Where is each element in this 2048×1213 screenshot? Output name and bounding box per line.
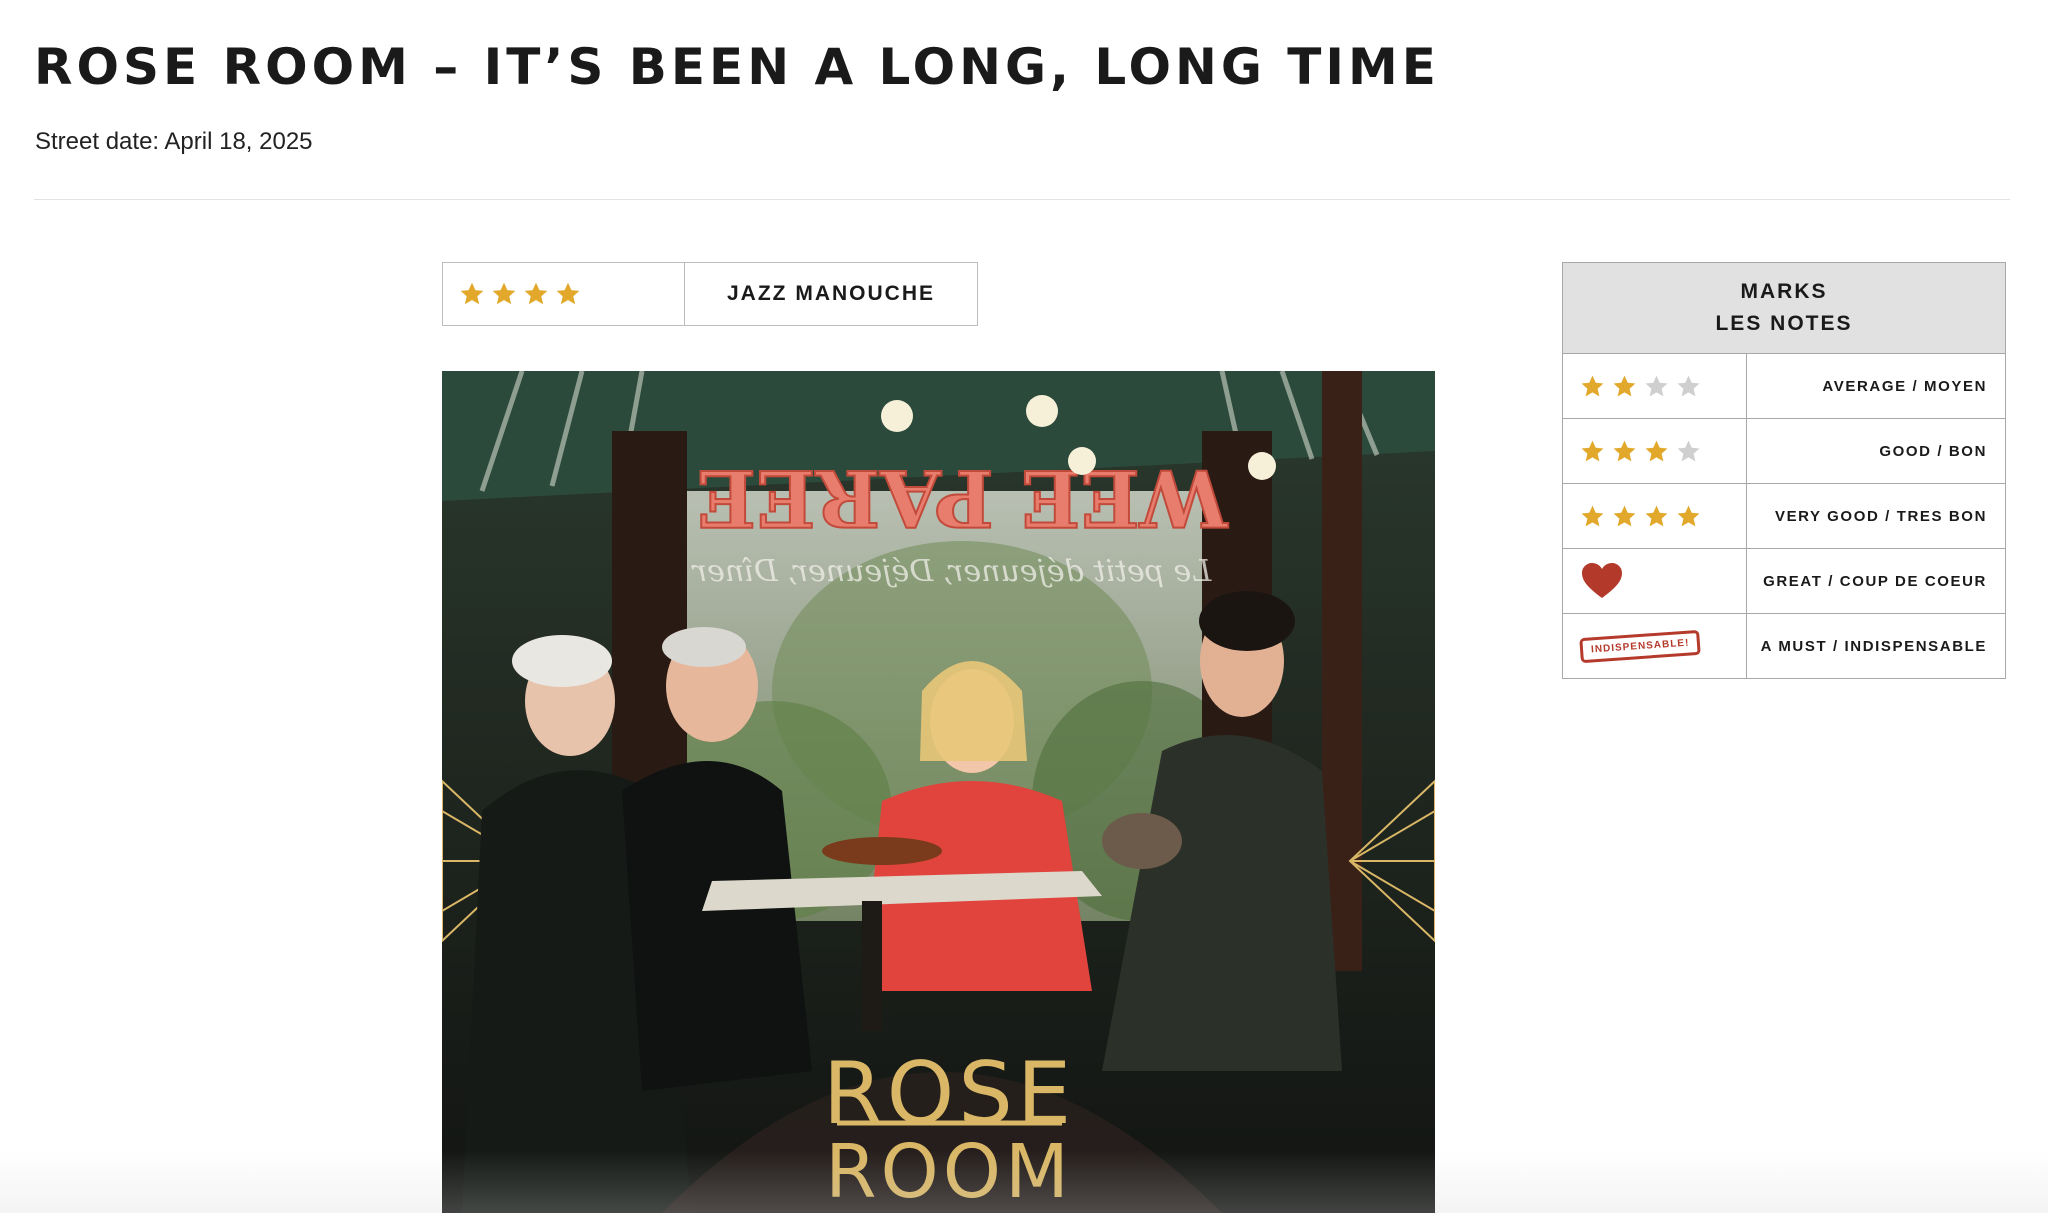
legend-row-very-good: VERY GOOD / TRES BON — [1563, 484, 2005, 549]
star-empty-icon — [1645, 375, 1668, 396]
legend-row-great: GREAT / COUP DE COEUR — [1563, 549, 2005, 614]
legend-stars — [1563, 484, 1747, 548]
star-filled-icon — [1581, 440, 1604, 461]
stamp-icon: INDISPENSABLE! — [1579, 629, 1702, 663]
star-filled-icon — [1581, 505, 1604, 526]
legend-header: MARKS LES NOTES — [1563, 263, 2005, 354]
rating-genre-box: JAZZ MANOUCHE — [442, 262, 978, 326]
star-filled-icon — [524, 282, 548, 305]
cover-window-script: Le petit déjeuner, Déjeuner, Dîner — [691, 554, 1212, 589]
star-filled-icon — [460, 282, 484, 305]
legend-label: VERY GOOD / TRES BON — [1774, 507, 1987, 525]
cover-sign: WEE PAREE — [697, 452, 1229, 543]
page-title: ROSE ROOM – IT’S BEEN A LONG, LONG TIME — [34, 38, 1440, 96]
legend-label: AVERAGE / MOYEN — [1822, 377, 1987, 395]
legend-label: GOOD / BON — [1879, 442, 1987, 460]
star-filled-icon — [1613, 505, 1636, 526]
star-filled-icon — [1581, 375, 1604, 396]
legend-stamp-cell: INDISPENSABLE! — [1563, 614, 1747, 678]
marks-legend: MARKS LES NOTES AVERAGE / MOYEN GOOD / B… — [1562, 262, 2006, 679]
star-empty-icon — [1677, 440, 1700, 461]
legend-label: GREAT / COUP DE COEUR — [1763, 572, 1987, 590]
legend-row-good: GOOD / BON — [1563, 419, 2005, 484]
legend-stars — [1563, 419, 1747, 483]
header-divider — [34, 199, 2010, 200]
star-filled-icon — [556, 282, 580, 305]
star-filled-icon — [1613, 440, 1636, 461]
star-filled-icon — [1677, 505, 1700, 526]
legend-header-line1: MARKS — [1740, 280, 1828, 303]
star-filled-icon — [1645, 505, 1668, 526]
legend-header-line2: LES NOTES — [1715, 312, 1853, 335]
cover-logo-room: ROOM — [825, 1129, 1073, 1213]
star-filled-icon — [492, 282, 516, 305]
rating-stars — [443, 263, 685, 325]
legend-heart-cell — [1563, 549, 1747, 613]
star-empty-icon — [1677, 375, 1700, 396]
star-filled-icon — [1645, 440, 1668, 461]
album-cover: WEE PAREE Le petit déjeuner, Déjeuner, D… — [442, 371, 1435, 1213]
legend-stars — [1563, 354, 1747, 418]
album-cover-art: WEE PAREE Le petit déjeuner, Déjeuner, D… — [442, 371, 1435, 1213]
street-date: Street date: April 18, 2025 — [35, 128, 313, 155]
legend-label: A MUST / INDISPENSABLE — [1760, 637, 1987, 655]
legend-row-average: AVERAGE / MOYEN — [1563, 354, 2005, 419]
legend-row-must: INDISPENSABLE! A MUST / INDISPENSABLE — [1563, 614, 2005, 678]
star-filled-icon — [1613, 375, 1636, 396]
heart-icon — [1582, 563, 1622, 598]
genre-label: JAZZ MANOUCHE — [727, 282, 935, 305]
